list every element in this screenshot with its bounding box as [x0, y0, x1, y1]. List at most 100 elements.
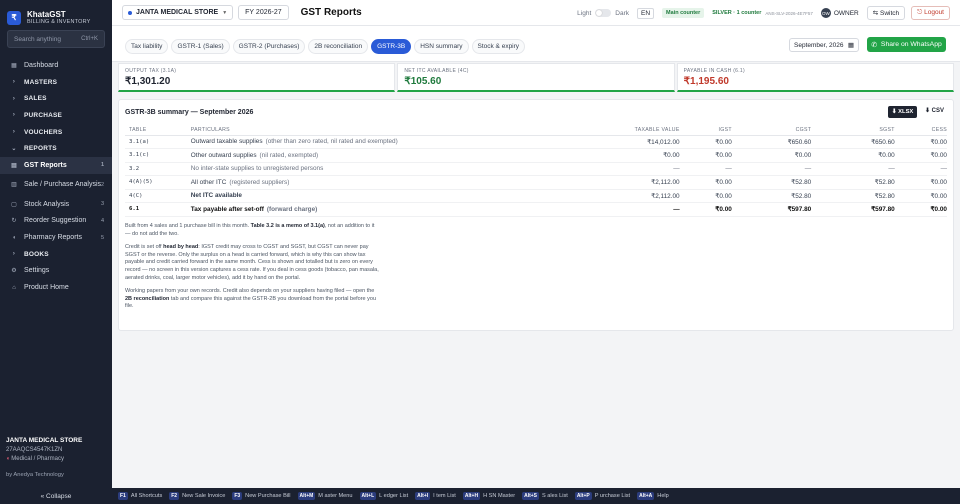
- card-value: ₹1,301.20: [125, 76, 171, 87]
- tab-2b-reconciliation[interactable]: 2B reconciliation: [308, 39, 369, 54]
- counter-badge[interactable]: Main counter: [662, 8, 705, 18]
- chevron-right-icon: ›: [12, 251, 16, 258]
- cell-code: 3.1(c): [125, 148, 191, 163]
- card-label: PAYABLE IN CASH (6.1): [683, 68, 745, 74]
- shortcut-item[interactable]: F1 All Shortcuts: [118, 492, 162, 500]
- shortcut-item[interactable]: Alt+S S ales List: [522, 492, 568, 500]
- summary-cards: OUTPUT TAX (3.1A) ₹1,301.20 NET ITC AVAILA…: [118, 63, 954, 92]
- shortcut-item[interactable]: Alt+H H SN Master: [462, 492, 515, 500]
- tab-gstr-3b[interactable]: GSTR-3B: [371, 39, 412, 54]
- sidebar-item-stock-analysis[interactable]: ▢ Stock Analysis 3: [0, 196, 112, 213]
- cell-igst: —: [679, 162, 732, 176]
- sidebar-item-gst-reports[interactable]: ▤ GST Reports 1: [0, 157, 112, 174]
- sidebar-item-label: VOUCHERS: [24, 128, 63, 136]
- store-selector[interactable]: JANTA MEDICAL STORE ▼: [122, 5, 234, 20]
- language-select[interactable]: EN: [637, 7, 655, 19]
- note-emphasis: Table 3.2 is a memo of 3.1(a): [250, 223, 325, 229]
- sidebar-item-label: Stock Analysis: [24, 200, 70, 208]
- sidebar-item-label: SALES: [24, 95, 47, 103]
- theme-toggle[interactable]: [595, 9, 612, 17]
- report-tabs: Tax liability GSTR-1 (Sales) GSTR-2 (Purch…: [125, 39, 528, 54]
- shortcut-key: Alt+S: [522, 492, 539, 500]
- shortcut-item[interactable]: Alt+I I tem List: [415, 492, 456, 500]
- cell-cess: ₹0.00: [894, 148, 947, 163]
- sidebar-item-sale-purchase-analysis[interactable]: ▥ Sale / Purchase Analysis 2: [0, 174, 112, 196]
- period-picker[interactable]: September, 2026 ▦: [789, 38, 859, 52]
- pill-icon: ◖: [12, 234, 16, 241]
- sidebar-item-label: Dashboard: [24, 61, 59, 69]
- shortcut-label: S ales List: [542, 493, 568, 499]
- tab-hsn-summary[interactable]: HSN summary: [414, 39, 469, 54]
- shortcut-label: New Purchase Bill: [245, 493, 291, 499]
- shortcut-item[interactable]: Alt+L L edger List: [359, 492, 409, 500]
- logout-button[interactable]: ⎋ Logout: [911, 6, 950, 20]
- shortcut-bar: F1 All Shortcuts F2 New Sale Invoice F3 New P…: [112, 488, 960, 504]
- tab-gstr-1-sales[interactable]: GSTR-1 (Sales): [171, 39, 230, 54]
- note-emphasis: 2B reconciliation: [125, 295, 170, 302]
- shortcut-key: F3: [232, 492, 243, 500]
- fiscal-year-selector[interactable]: FY 2026-27: [238, 5, 289, 20]
- vendor-credit: by Anedya Technology: [6, 472, 64, 478]
- sidebar-item-masters[interactable]: › MASTERS: [0, 74, 112, 91]
- sidebar-item-dashboard[interactable]: ▦ Dashboard: [0, 57, 112, 74]
- cell-code: 6.1: [125, 202, 191, 217]
- shortcut-label: All Shortcuts: [130, 493, 163, 499]
- sidebar-item-vouchers[interactable]: › VOUCHERS: [0, 124, 112, 141]
- switch-user-button[interactable]: ⇆ Switch: [866, 6, 906, 20]
- shortcut-label: L edger List: [379, 493, 409, 499]
- period-value: September, 2026: [794, 41, 844, 49]
- brand[interactable]: ₹ KhataGST BILLING & INVENTORY: [0, 0, 112, 28]
- avatar[interactable]: OW: [820, 8, 831, 18]
- cell-code: 3.2: [125, 162, 191, 176]
- shortcut-item[interactable]: Alt+A Help: [637, 492, 669, 500]
- sidebar-item-purchase[interactable]: › PURCHASE: [0, 107, 112, 124]
- cell-igst: ₹0.00: [679, 202, 732, 217]
- col-cess: CESS: [894, 125, 947, 136]
- sidebar-item-reports[interactable]: ⌄ REPORTS: [0, 140, 112, 157]
- cell-cgst: —: [731, 162, 812, 176]
- cell-cess: ₹0.00: [894, 189, 947, 203]
- cell-cgst: ₹52.80: [731, 175, 812, 190]
- cell-sgst: ₹52.80: [811, 175, 895, 190]
- cell-cess: ₹0.00: [894, 135, 947, 149]
- tab-tax-liability[interactable]: Tax liability: [125, 39, 169, 54]
- table-row: 3.1(c) Other outward supplies (nil rated, …: [125, 148, 947, 163]
- cell-taxable: —: [556, 202, 680, 217]
- pill-icon: ◖: [6, 456, 10, 462]
- note-1: Built from 4 sales and 1 purchase bill i…: [125, 223, 379, 238]
- sidebar-item-reorder-suggestion[interactable]: ↻ Reorder Suggestion 4: [0, 213, 112, 230]
- export-csv-button[interactable]: ⬇ CSV: [925, 107, 944, 114]
- shortcut-item[interactable]: Alt+M M aster Menu: [297, 492, 353, 500]
- export-xlsx-button[interactable]: ⬇ XLSX: [888, 106, 917, 118]
- search-input[interactable]: Search anything Ctrl+K: [7, 30, 105, 48]
- sidebar-item-product-home[interactable]: ⌂ Product Home: [0, 279, 112, 296]
- share-whatsapp-button[interactable]: ✆ Share on WhatsApp: [867, 37, 946, 52]
- cell-particulars: Other outward supplies (nil rated, exempt…: [190, 148, 557, 163]
- chevron-down-icon: ▼: [222, 9, 228, 16]
- sidebar-item-books[interactable]: › BOOKS: [0, 246, 112, 263]
- note-text: Working papers from your own records. Cr…: [125, 288, 375, 295]
- note-text: Built from 4 sales and 1 purchase bill i…: [125, 223, 251, 229]
- particulars-text: Other outward supplies: [190, 151, 257, 159]
- sidebar-item-settings[interactable]: ⚙ Settings: [0, 263, 112, 280]
- summary-card: PAYABLE IN CASH (6.1) ₹1,195.60: [676, 63, 954, 92]
- shortcut-badge: 4: [100, 217, 104, 224]
- shortcut-item[interactable]: Alt+P P urchase List: [574, 492, 631, 500]
- sidebar-item-pharmacy-reports[interactable]: ◖ Pharmacy Reports 5: [0, 229, 112, 246]
- tab-gstr-2-purchases[interactable]: GSTR-2 (Purchases): [232, 39, 306, 54]
- tab-stock-expiry[interactable]: Stock & expiry: [471, 39, 526, 54]
- sidebar-item-sales[interactable]: › SALES: [0, 90, 112, 107]
- cell-sgst: —: [811, 162, 895, 176]
- shortcut-item[interactable]: F2 New Sale Invoice: [169, 492, 225, 500]
- sidebar-item-label: MASTERS: [24, 78, 58, 86]
- shortcut-badge: 1: [100, 162, 104, 169]
- company-name: JANTA MEDICAL STORE: [6, 437, 83, 444]
- chevron-right-icon: ›: [12, 129, 16, 136]
- shortcut-item[interactable]: F3 New Purchase Bill: [232, 492, 291, 500]
- store-dot-icon: [128, 10, 132, 15]
- shortcut-label: P urchase List: [594, 493, 631, 499]
- sidebar-item-label: Reorder Suggestion: [24, 217, 87, 225]
- collapse-sidebar-button[interactable]: « Collapse: [0, 488, 112, 504]
- chevron-down-icon: ⌄: [11, 146, 17, 153]
- particulars-note: (forward charge): [266, 205, 318, 213]
